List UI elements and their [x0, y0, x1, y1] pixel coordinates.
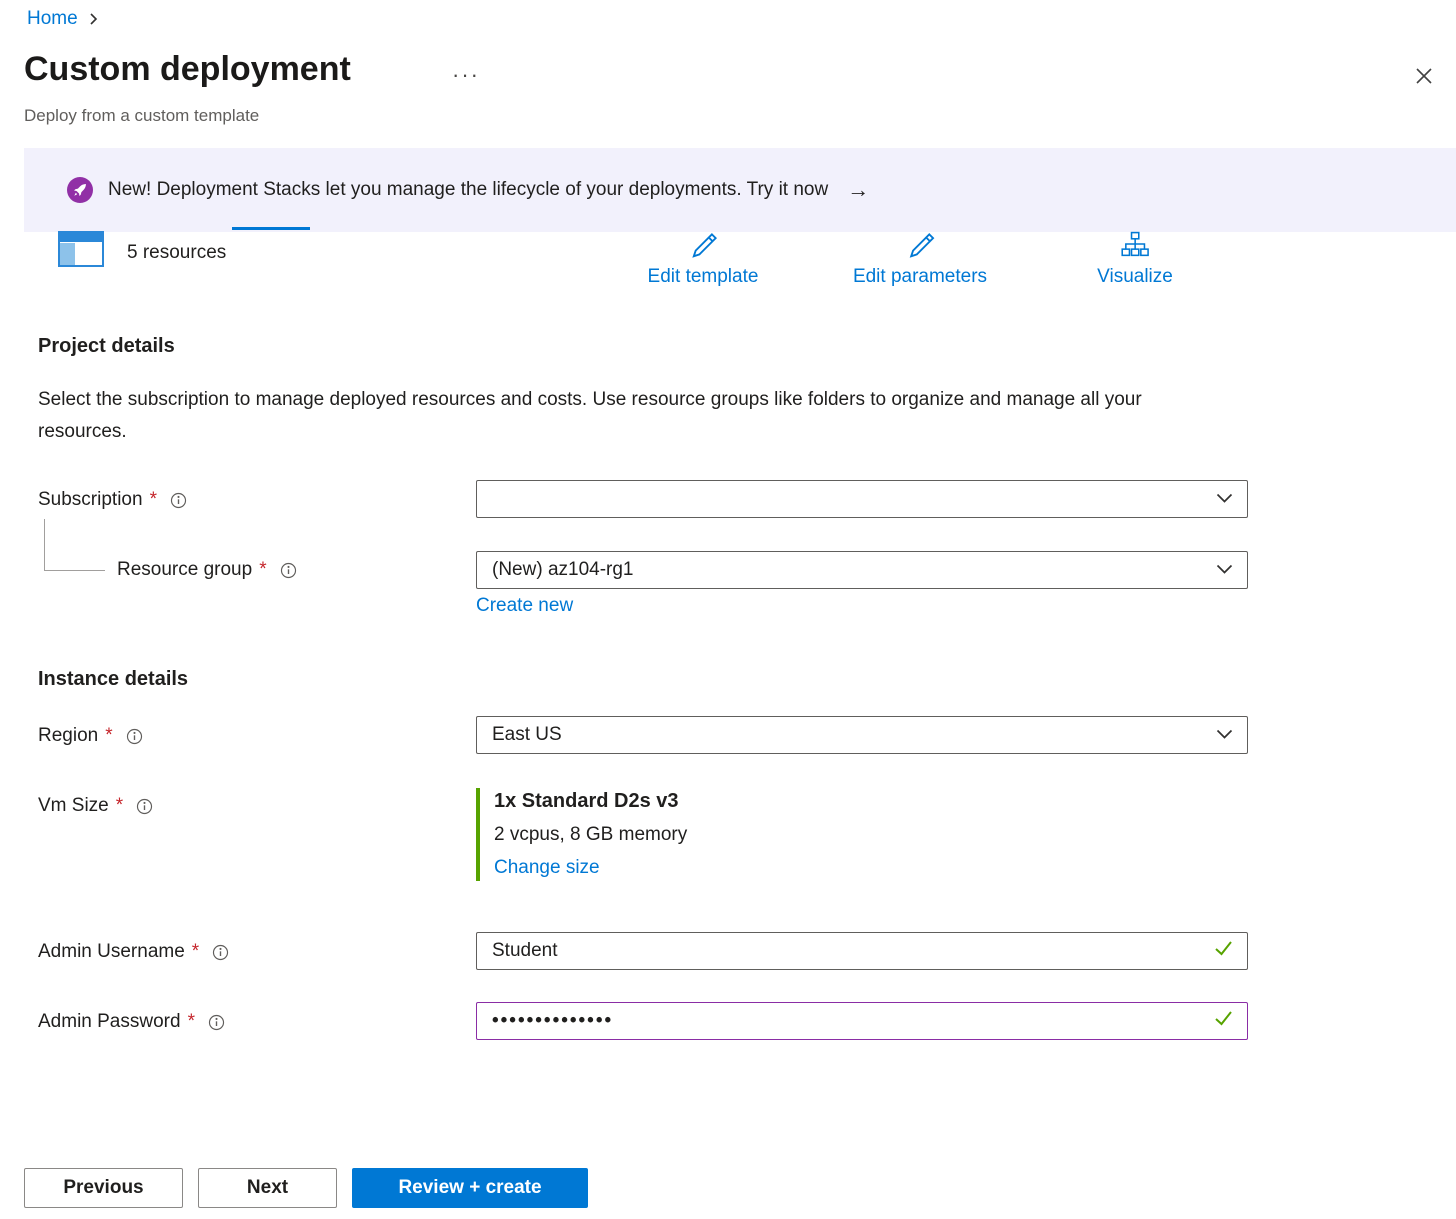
info-icon[interactable]: [136, 798, 153, 815]
info-icon[interactable]: [126, 728, 143, 745]
region-label: Region *: [38, 725, 143, 747]
info-icon[interactable]: [280, 562, 297, 579]
chevron-down-icon: [1216, 559, 1233, 581]
resource-group-label: Resource group *: [117, 559, 297, 581]
required-marker: *: [116, 795, 123, 817]
edit-template-button[interactable]: Edit template: [648, 230, 759, 288]
subscription-label: Subscription *: [38, 489, 187, 511]
page-subtitle: Deploy from a custom template: [24, 106, 259, 126]
chevron-down-icon: [1216, 488, 1233, 510]
admin-password-input[interactable]: [492, 1010, 1203, 1032]
deployment-stacks-banner[interactable]: New! Deployment Stacks let you manage th…: [24, 148, 1456, 232]
instance-details-heading: Instance details: [38, 668, 188, 691]
subscription-dropdown[interactable]: [476, 480, 1248, 518]
edit-template-label: Edit template: [648, 266, 759, 288]
project-details-heading: Project details: [38, 335, 175, 358]
admin-password-field-wrapper: [476, 1002, 1248, 1040]
required-marker: *: [150, 489, 157, 511]
rocket-icon: [67, 177, 93, 203]
create-new-link[interactable]: Create new: [476, 595, 573, 617]
breadcrumb-home-link[interactable]: Home: [27, 8, 78, 30]
change-size-link[interactable]: Change size: [494, 857, 600, 879]
next-button[interactable]: Next: [198, 1168, 337, 1208]
resource-group-dropdown[interactable]: (New) az104-rg1: [476, 551, 1248, 589]
required-marker: *: [259, 559, 266, 581]
vm-size-label: Vm Size *: [38, 795, 153, 817]
hierarchy-icon: [1120, 230, 1150, 265]
edit-parameters-label: Edit parameters: [853, 266, 987, 288]
admin-username-label: Admin Username *: [38, 941, 229, 963]
previous-button[interactable]: Previous: [24, 1168, 183, 1208]
clipped-link-fragment: [232, 227, 310, 230]
admin-username-input[interactable]: [492, 940, 1203, 962]
admin-username-field-wrapper: [476, 932, 1248, 970]
template-resources-icon: [58, 231, 104, 273]
arrow-right-icon: →: [847, 177, 869, 203]
chevron-down-icon: [1216, 724, 1233, 746]
pencil-icon: [688, 230, 718, 265]
page-title: Custom deployment: [24, 50, 351, 89]
info-icon[interactable]: [208, 1014, 225, 1031]
edit-parameters-button[interactable]: Edit parameters: [853, 230, 987, 288]
required-marker: *: [192, 941, 199, 963]
review-create-button[interactable]: Review + create: [352, 1168, 588, 1208]
info-icon[interactable]: [170, 492, 187, 509]
custom-deployment-page: Home Custom deployment ··· Deploy from a…: [0, 0, 1456, 1219]
more-options-button[interactable]: ···: [452, 62, 480, 88]
close-button[interactable]: [1410, 64, 1438, 92]
chevron-right-icon: [88, 12, 99, 26]
required-marker: *: [188, 1011, 195, 1033]
vm-size-detail: 2 vcpus, 8 GB memory: [494, 824, 687, 846]
region-dropdown[interactable]: East US: [476, 716, 1248, 754]
pencil-icon: [905, 230, 935, 265]
vm-size-summary: 1x Standard D2s v3 2 vcpus, 8 GB memory …: [476, 788, 687, 881]
vm-size-title: 1x Standard D2s v3: [494, 790, 687, 813]
required-marker: *: [105, 725, 112, 747]
breadcrumb: Home: [27, 8, 99, 30]
resources-count: 5 resources: [127, 242, 226, 264]
visualize-button[interactable]: Visualize: [1097, 230, 1173, 288]
close-icon: [1415, 67, 1433, 90]
project-details-description: Select the subscription to manage deploy…: [38, 384, 1183, 448]
valid-check-icon: [1214, 940, 1233, 962]
tree-connector: [44, 519, 105, 571]
admin-password-label: Admin Password *: [38, 1011, 225, 1033]
banner-text: New! Deployment Stacks let you manage th…: [108, 179, 828, 201]
visualize-label: Visualize: [1097, 266, 1173, 288]
valid-check-icon: [1214, 1010, 1233, 1032]
info-icon[interactable]: [212, 944, 229, 961]
